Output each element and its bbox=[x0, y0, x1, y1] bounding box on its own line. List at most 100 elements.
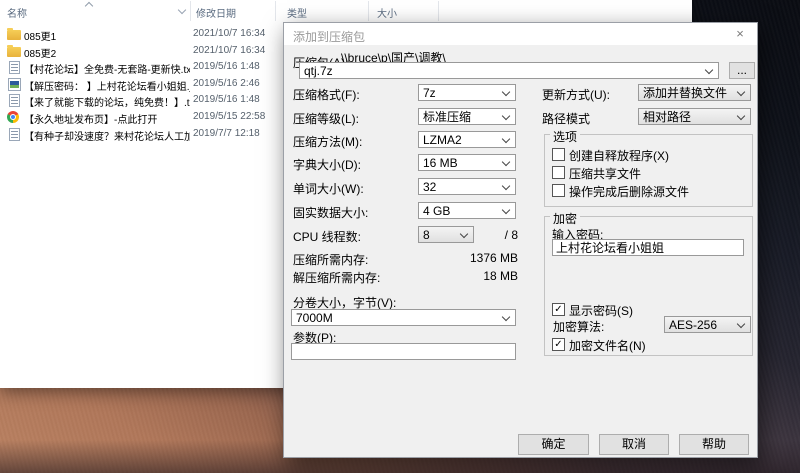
method-label: 压缩方法(M): bbox=[293, 133, 362, 150]
update-mode-label: 更新方式(U): bbox=[542, 86, 610, 103]
checkbox[interactable]: ✓ bbox=[552, 184, 565, 197]
text-file-icon bbox=[9, 61, 20, 74]
text-file-icon bbox=[9, 94, 20, 107]
column-separator[interactable] bbox=[190, 1, 191, 21]
cpu-threads-combobox[interactable]: 8 bbox=[418, 226, 474, 243]
chevron-down-icon bbox=[737, 320, 745, 328]
solid-block-size-combobox[interactable]: 4 GB bbox=[418, 202, 516, 219]
file-name: 【来了就能下载的论坛，纯免费！】.txt bbox=[24, 94, 190, 109]
file-row[interactable]: 【永久地址发布页】-点此打开 2019/5/15 22:58 bbox=[0, 109, 283, 126]
delete-after-checkbox-label: 操作完成后删除源文件 bbox=[569, 183, 689, 200]
sfx-checkbox-label: 创建自释放程序(X) bbox=[569, 147, 669, 164]
column-separator[interactable] bbox=[368, 1, 369, 21]
checkbox[interactable]: ✓ bbox=[552, 338, 565, 351]
selected-value: 8 bbox=[423, 228, 430, 242]
file-name: 085更1 bbox=[24, 28, 190, 43]
file-row[interactable]: 085更1 2021/10/7 16:34 bbox=[0, 26, 283, 43]
format-combobox[interactable]: 7z bbox=[418, 84, 516, 101]
cpu-threads-max: / 8 bbox=[474, 228, 518, 242]
sort-ascending-icon bbox=[85, 2, 93, 10]
file-date: 2019/5/16 1:48 bbox=[193, 61, 260, 72]
archive-name-combobox[interactable]: qtj.7z bbox=[299, 62, 719, 79]
options-group-label: 选项 bbox=[550, 128, 580, 145]
volume-size-combobox[interactable]: 7000M bbox=[291, 309, 516, 326]
chevron-down-icon bbox=[502, 135, 510, 143]
file-row[interactable]: 【来了就能下载的论坛，纯免费！】.txt 2019/5/16 1:48 bbox=[0, 92, 283, 109]
path-mode-label: 路径模式 bbox=[542, 110, 590, 127]
file-date: 2019/5/16 1:48 bbox=[193, 94, 260, 105]
column-header-name[interactable]: 名称 bbox=[7, 5, 27, 20]
dictionary-size-label: 字典大小(D): bbox=[293, 156, 361, 173]
parameters-input[interactable] bbox=[291, 343, 516, 360]
file-row[interactable]: 085更2 2021/10/7 16:34 bbox=[0, 43, 283, 60]
filter-dropdown-icon[interactable] bbox=[178, 6, 186, 14]
cpu-threads-label: CPU 线程数: bbox=[293, 228, 361, 245]
shared-files-checkbox-label: 压缩共享文件 bbox=[569, 165, 641, 182]
file-date: 2019/5/16 2:46 bbox=[193, 78, 260, 89]
file-date: 2019/7/7 12:18 bbox=[193, 128, 260, 139]
encryption-method-label: 加密算法: bbox=[553, 318, 604, 335]
column-separator[interactable] bbox=[275, 1, 276, 21]
chevron-down-icon bbox=[737, 112, 745, 120]
file-row[interactable]: 【有种子却没速度？来村花论坛人工加... 2019/7/7 12:18 bbox=[0, 126, 283, 143]
chevron-down-icon bbox=[502, 112, 510, 120]
checkbox[interactable]: ✓ bbox=[552, 166, 565, 179]
ok-button[interactable]: 确定 bbox=[518, 434, 589, 455]
help-button[interactable]: 帮助 bbox=[679, 434, 749, 455]
add-to-archive-dialog: 添加到压缩包 × 压缩包(A): \\bruce\p\国产\调教\ qtj.7z… bbox=[283, 22, 758, 458]
format-label: 压缩格式(F): bbox=[293, 86, 360, 103]
chevron-down-icon bbox=[705, 66, 713, 74]
encryption-group-label: 加密 bbox=[550, 210, 580, 227]
dialog-titlebar[interactable]: 添加到压缩包 × bbox=[284, 23, 757, 45]
selected-value: 7z bbox=[423, 86, 436, 100]
memory-compress-label: 压缩所需内存: bbox=[293, 251, 368, 268]
word-size-combobox[interactable]: 32 bbox=[418, 178, 516, 195]
memory-compress-value: 1376 MB bbox=[418, 251, 518, 265]
file-name: 【村花论坛】全免费-无套路-更新快.txt bbox=[24, 61, 190, 76]
chevron-down-icon bbox=[502, 88, 510, 96]
column-header-type[interactable]: 类型 bbox=[287, 5, 307, 20]
dialog-title: 添加到压缩包 bbox=[293, 28, 365, 45]
file-row[interactable]: 【解压密码： 】上村花论坛看小姐姐.jpg 2019/5/16 2:46 bbox=[0, 76, 283, 93]
chevron-down-icon bbox=[502, 313, 510, 321]
chevron-down-icon bbox=[502, 206, 510, 214]
column-header-date[interactable]: 修改日期 bbox=[196, 5, 236, 20]
desktop: 名称 修改日期 类型 大小 085更1 2021/10/7 16:34 085更… bbox=[0, 0, 800, 473]
dictionary-size-combobox[interactable]: 16 MB bbox=[418, 154, 516, 171]
checkbox[interactable]: ✓ bbox=[552, 148, 565, 161]
column-header-size[interactable]: 大小 bbox=[377, 5, 397, 20]
level-label: 压缩等级(L): bbox=[293, 110, 359, 127]
method-combobox[interactable]: LZMA2 bbox=[418, 131, 516, 148]
selected-value: LZMA2 bbox=[423, 133, 462, 147]
column-separator[interactable] bbox=[438, 1, 439, 21]
chevron-down-icon bbox=[502, 158, 510, 166]
check-icon: ✓ bbox=[553, 304, 564, 315]
selected-value: 32 bbox=[423, 180, 436, 194]
password-input[interactable] bbox=[552, 239, 744, 256]
selected-value: 7000M bbox=[296, 311, 333, 325]
solid-block-size-label: 固实数据大小: bbox=[293, 204, 368, 221]
word-size-label: 单词大小(W): bbox=[293, 180, 364, 197]
file-row[interactable]: 【村花论坛】全免费-无套路-更新快.txt 2019/5/16 1:48 bbox=[0, 59, 283, 76]
cancel-button[interactable]: 取消 bbox=[599, 434, 669, 455]
close-icon[interactable]: × bbox=[727, 24, 753, 44]
selected-value: 16 MB bbox=[423, 156, 458, 170]
path-mode-combobox[interactable]: 相对路径 bbox=[638, 108, 751, 125]
archive-name-value: qtj.7z bbox=[304, 64, 333, 78]
checkbox[interactable]: ✓ bbox=[552, 303, 565, 316]
level-combobox[interactable]: 标准压缩 bbox=[418, 108, 516, 125]
update-mode-combobox[interactable]: 添加并替换文件 bbox=[638, 84, 751, 101]
browse-button[interactable]: ... bbox=[729, 62, 755, 79]
selected-value: 4 GB bbox=[423, 204, 450, 218]
encrypt-names-checkbox-label: 加密文件名(N) bbox=[569, 337, 646, 354]
file-name: 085更2 bbox=[24, 45, 190, 60]
memory-decompress-label: 解压缩所需内存: bbox=[293, 269, 380, 286]
file-name: 【有种子却没速度？来村花论坛人工加... bbox=[24, 128, 190, 143]
selected-value: AES-256 bbox=[669, 318, 717, 332]
encryption-method-combobox[interactable]: AES-256 bbox=[664, 316, 751, 333]
show-password-checkbox-label: 显示密码(S) bbox=[569, 302, 633, 319]
file-name: 【解压密码： 】上村花论坛看小姐姐.jpg bbox=[24, 78, 190, 93]
memory-decompress-value: 18 MB bbox=[418, 269, 518, 283]
selected-value: 标准压缩 bbox=[423, 110, 471, 124]
text-file-icon bbox=[9, 128, 20, 141]
